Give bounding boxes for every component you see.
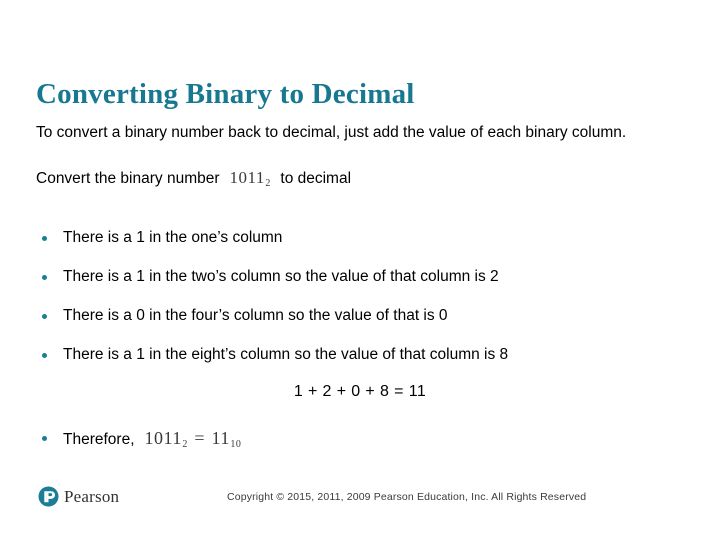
- bullet-dot-icon: [42, 275, 47, 280]
- list-item-label: There is a 1 in the eight’s column so th…: [63, 346, 509, 363]
- copyright-text: Copyright © 2015, 2011, 2009 Pearson Edu…: [227, 491, 587, 503]
- bullet-list: There is a 1 in the one’s column There i…: [36, 228, 684, 384]
- slide-canvas: Converting Binary to Decimal To convert …: [0, 0, 720, 540]
- prompt-prefix: Convert the binary number: [36, 170, 220, 187]
- bullet-dot-icon: [42, 436, 47, 441]
- list-item: There is a 1 in the eight’s column so th…: [36, 345, 684, 365]
- conclusion-decimal-math: 1110: [211, 428, 242, 450]
- pearson-logo: Pearson: [38, 486, 119, 507]
- list-item: There is a 1 in the one’s column: [36, 228, 684, 248]
- bullet-dot-icon: [42, 314, 47, 319]
- conclusion-binary-digits: 1011: [144, 428, 182, 448]
- conclusion-line: Therefore, 10112 = 1110: [36, 428, 711, 452]
- binary-subscript: 2: [265, 178, 271, 189]
- binary-number-math: 10112: [220, 168, 281, 189]
- conclusion-binary-math: 10112: [135, 428, 188, 450]
- prompt-suffix: to decimal: [280, 170, 352, 187]
- list-item-label: There is a 1 in the two’s column so the …: [63, 268, 499, 285]
- bullet-dot-icon: [42, 236, 47, 241]
- body-content: To convert a binary number back to decim…: [36, 122, 684, 191]
- sum-equation: 1 + 2 + 0 + 8 = 11: [293, 383, 427, 400]
- conclusion-binary-subscript: 2: [182, 439, 188, 450]
- bullet-dot-icon: [42, 353, 47, 358]
- slide-footer: Pearson Copyright © 2015, 2011, 2009 Pea…: [0, 480, 720, 540]
- conclusion-decimal-subscript: 10: [230, 439, 242, 450]
- list-item-label: There is a 0 in the four’s column so the…: [63, 307, 448, 324]
- binary-digits: 1011: [229, 168, 265, 187]
- pearson-circle-p-icon: [38, 486, 59, 507]
- conclusion-decimal-digits: 11: [211, 428, 230, 448]
- list-item: There is a 1 in the two’s column so the …: [36, 267, 684, 287]
- list-item: There is a 0 in the four’s column so the…: [36, 306, 684, 326]
- conclusion-label: Therefore,: [63, 431, 135, 448]
- intro-paragraph: To convert a binary number back to decim…: [36, 124, 627, 141]
- pearson-wordmark: Pearson: [64, 487, 120, 506]
- list-item-label: There is a 1 in the one’s column: [63, 229, 283, 246]
- equals-sign: =: [194, 428, 205, 448]
- prompt-line: Convert the binary number 10112 to decimal: [36, 167, 676, 191]
- page-title: Converting Binary to Decimal: [36, 78, 415, 111]
